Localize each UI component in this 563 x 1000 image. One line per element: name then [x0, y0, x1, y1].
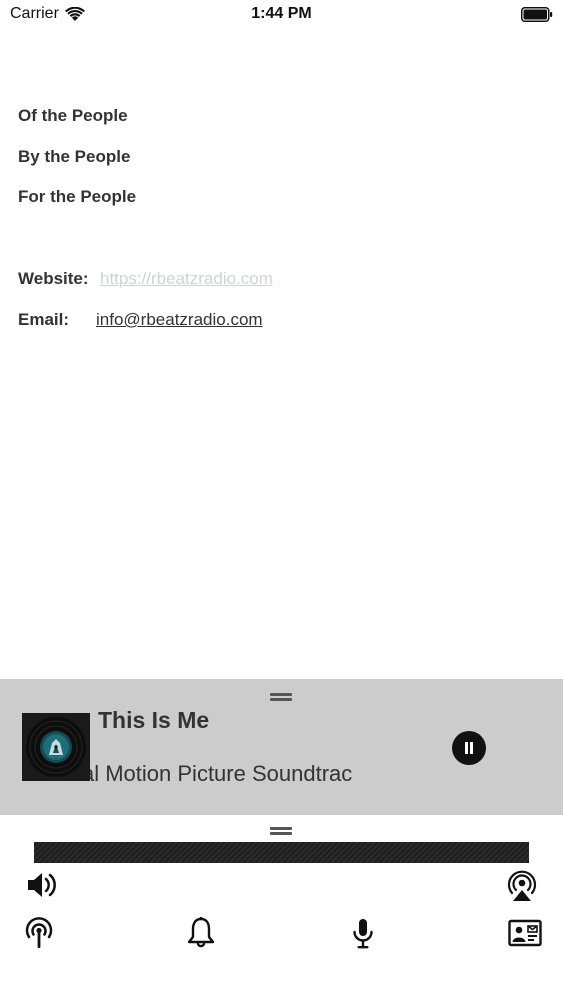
website-label: Website: — [18, 269, 89, 288]
email-label: Email: — [18, 310, 70, 329]
volume-icon[interactable] — [24, 867, 60, 903]
motto-line-2: By the People — [18, 147, 131, 166]
battery-icon — [521, 7, 553, 22]
bell-icon[interactable] — [183, 915, 219, 951]
status-bar: Carrier 1:44 PM — [0, 0, 563, 30]
contact-card-icon[interactable] — [507, 915, 543, 951]
mini-player[interactable]: This Is Me al Motion Picture Soundtrac — [0, 679, 563, 815]
airplay-icon[interactable] — [504, 867, 540, 903]
pause-button[interactable] — [452, 731, 486, 765]
track-title: This Is Me — [98, 707, 210, 733]
motto-line-3: For the People — [18, 187, 137, 206]
website-link[interactable]: https://rbeatzradio.com — [100, 269, 273, 288]
player-controls-panel — [0, 815, 563, 1000]
status-time: 1:44 PM — [251, 5, 312, 22]
mini-player-drag-handle[interactable] — [270, 693, 292, 701]
track-subtitle: al Motion Picture Soundtrac — [90, 761, 410, 787]
track-subtitle-text: al Motion Picture Soundtrac — [90, 761, 353, 786]
microphone-icon[interactable] — [345, 915, 381, 951]
email-row: Email: info@rbeatzradio.com — [18, 310, 263, 330]
motto-line-1: Of the People — [18, 106, 128, 125]
email-link[interactable]: info@rbeatzradio.com — [96, 310, 263, 329]
artwork-banner — [34, 842, 529, 863]
website-row: Website: https://rbeatzradio.com — [18, 269, 273, 289]
radio-tower-icon[interactable] — [21, 915, 57, 951]
vinyl-record-icon — [22, 713, 90, 781]
expanded-player-drag-handle[interactable] — [270, 827, 292, 835]
album-artwork — [22, 713, 90, 781]
